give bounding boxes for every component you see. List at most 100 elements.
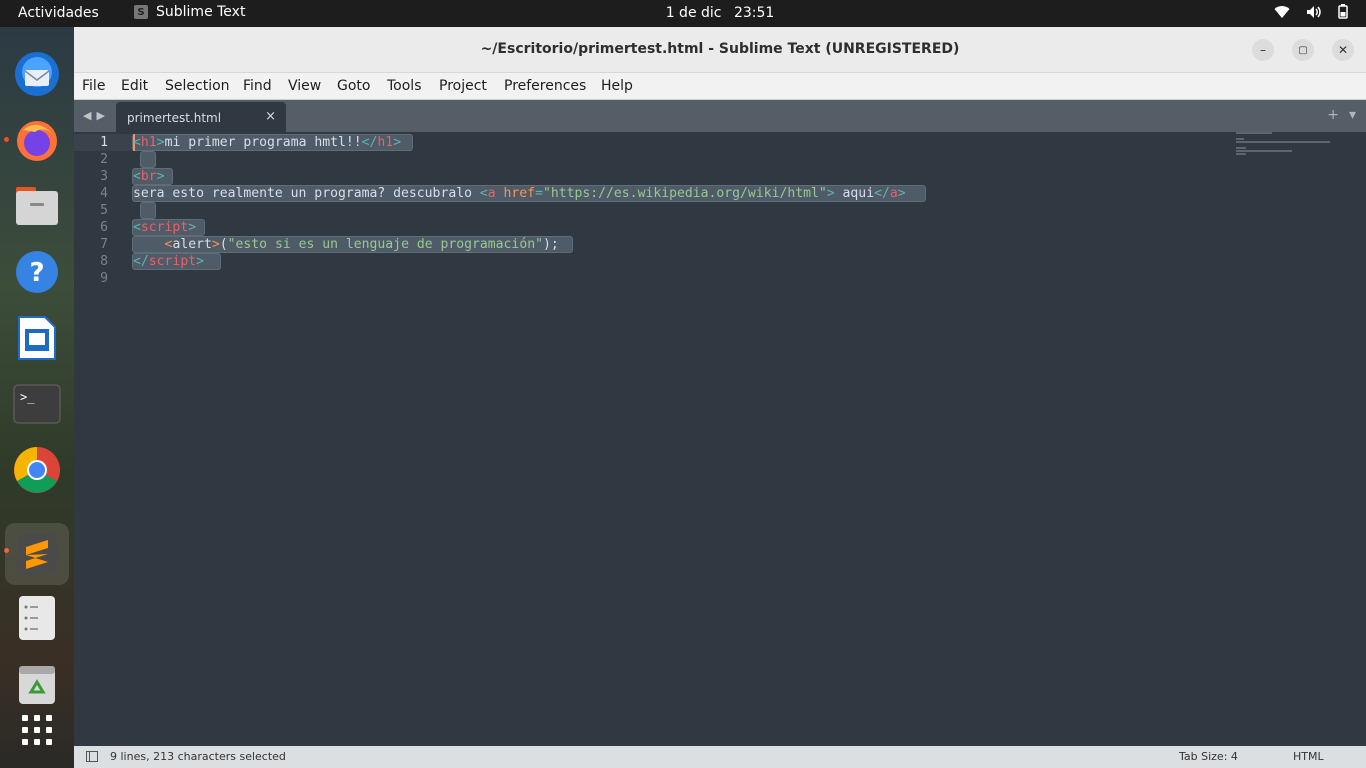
tag-name: alert — [172, 237, 212, 252]
trash-icon — [19, 666, 55, 704]
text-editor-icon — [19, 596, 55, 640]
menu-tools[interactable]: Tools — [387, 78, 422, 94]
line-number: 5 — [100, 203, 108, 218]
line-number: 7 — [100, 237, 108, 252]
tag-name: h1 — [377, 135, 394, 150]
tab-primertest[interactable]: primertest.html × — [116, 102, 286, 132]
tag-name: h1 — [140, 135, 157, 150]
dock: ? >_ — [0, 27, 74, 768]
minimize-button[interactable]: – — [1252, 39, 1274, 61]
tab-nav-arrows[interactable]: ◀▶ — [83, 109, 110, 122]
tag-open-bracket: </ — [874, 186, 890, 201]
line-number: 3 — [100, 169, 108, 184]
menu-file[interactable]: File — [82, 78, 105, 94]
text-content: mi primer programa hmtl!! — [164, 135, 362, 150]
dock-sublime-text[interactable] — [5, 523, 69, 585]
tab-list-dropdown-icon[interactable]: ▾ — [1349, 107, 1356, 123]
menu-help[interactable]: Help — [601, 78, 633, 94]
code-line-4: sera esto realmente un programa? descubr… — [133, 185, 1283, 202]
menu-find[interactable]: Find — [243, 78, 272, 94]
menu-bar: File Edit Selection Find View Goto Tools… — [74, 73, 1366, 100]
files-icon — [16, 187, 58, 225]
dock-terminal[interactable]: >_ — [9, 376, 65, 432]
menu-view[interactable]: View — [288, 78, 321, 94]
tag-name: script — [148, 254, 197, 269]
attribute-equals: = — [535, 186, 543, 201]
code-editor[interactable]: 1 2 3 4 5 6 7 8 9 <h1>mi primer programa… — [74, 132, 1366, 746]
thunderbird-icon — [15, 52, 59, 96]
chrome-icon — [14, 447, 60, 493]
attribute-value: "https://es.wikipedia.org/wiki/html" — [542, 186, 827, 201]
window-title: ~/Escritorio/primertest.html - Sublime T… — [480, 41, 960, 57]
line-number: 8 — [100, 254, 108, 269]
syntax-selector[interactable]: HTML — [1293, 750, 1324, 763]
line-number: 9 — [100, 271, 108, 286]
clock[interactable]: 1 de dic 23:51 — [0, 5, 1366, 21]
tag-name: a — [487, 186, 496, 201]
tag-close-bracket: > — [897, 186, 906, 201]
code-line-1: <h1>mi primer programa hmtl!!</h1> — [133, 134, 1283, 151]
firefox-icon — [17, 121, 57, 161]
new-tab-icon[interactable]: + — [1327, 107, 1339, 123]
menu-project[interactable]: Project — [439, 78, 487, 94]
dock-firefox[interactable] — [9, 112, 65, 168]
dock-writer[interactable] — [9, 310, 65, 366]
tag-close-bracket: > — [211, 237, 220, 252]
status-bar: 9 lines, 213 characters selected Tab Siz… — [74, 746, 1366, 768]
tab-label: primertest.html — [127, 111, 222, 125]
wifi-icon — [1274, 5, 1290, 18]
menu-selection[interactable]: Selection — [165, 78, 230, 94]
tag-close-bracket: > — [393, 135, 402, 150]
show-apps-icon — [22, 715, 52, 745]
code-line-8: </script> — [133, 253, 1283, 270]
selection-status: 9 lines, 213 characters selected — [110, 750, 286, 763]
sublime-text-icon — [17, 534, 57, 574]
tab-bar: ◀▶ primertest.html × + ▾ — [74, 100, 1366, 132]
tag-name: a — [889, 186, 898, 201]
dock-help[interactable]: ? — [9, 244, 65, 300]
line-number-gutter: 1 2 3 4 5 6 7 8 9 — [74, 132, 128, 746]
close-button[interactable]: ✕ — [1332, 39, 1354, 61]
tag-close-bracket: > — [156, 169, 165, 184]
tag-open-bracket: < — [133, 135, 141, 150]
minimap[interactable] — [1236, 132, 1336, 155]
sublime-window: ~/Escritorio/primertest.html - Sublime T… — [74, 27, 1366, 768]
system-tray[interactable] — [1274, 4, 1348, 19]
title-bar[interactable]: ~/Escritorio/primertest.html - Sublime T… — [74, 27, 1366, 73]
menu-edit[interactable]: Edit — [121, 78, 148, 94]
menu-preferences[interactable]: Preferences — [504, 78, 586, 94]
help-icon: ? — [16, 251, 58, 293]
tag-close-bracket: > — [188, 220, 197, 235]
dock-show-apps[interactable] — [9, 702, 65, 758]
text-content: sera esto realmente un programa? descubr… — [133, 186, 480, 201]
dock-files[interactable] — [9, 178, 65, 234]
tag-open-bracket: < — [133, 169, 141, 184]
tag-close-bracket: > — [156, 135, 165, 150]
line-number: 6 — [100, 220, 108, 235]
line-number: 4 — [100, 186, 108, 201]
code-line-7: <alert>("esto si es un lenguaje de progr… — [133, 236, 1283, 253]
tab-close-icon[interactable]: × — [265, 109, 276, 124]
tag-close-bracket: > — [196, 254, 204, 269]
tab-size-selector[interactable]: Tab Size: 4 — [1179, 750, 1238, 763]
dock-thunderbird[interactable] — [9, 46, 65, 102]
system-top-bar: Actividades S Sublime Text 1 de dic 23:5… — [0, 0, 1366, 27]
terminal-icon: >_ — [13, 384, 61, 424]
line-number: 2 — [100, 152, 108, 167]
svg-text:>_: >_ — [20, 390, 35, 404]
volume-icon — [1307, 5, 1321, 18]
code-line-6: <script> — [133, 219, 1283, 236]
selection-region — [140, 151, 156, 168]
battery-icon — [1338, 4, 1348, 19]
tag-open-bracket: < — [479, 186, 488, 201]
clock-date: 1 de dic — [665, 5, 722, 21]
dock-chrome[interactable] — [9, 442, 65, 498]
maximize-button[interactable]: ▢ — [1292, 39, 1314, 61]
paren-open: ( — [219, 237, 228, 252]
tag-close-bracket: > — [826, 186, 835, 201]
panel-toggle-icon[interactable] — [86, 751, 98, 762]
libreoffice-writer-icon — [18, 316, 56, 360]
menu-goto[interactable]: Goto — [337, 78, 370, 94]
selection-region — [140, 202, 156, 219]
dock-text-editor[interactable] — [9, 590, 65, 646]
